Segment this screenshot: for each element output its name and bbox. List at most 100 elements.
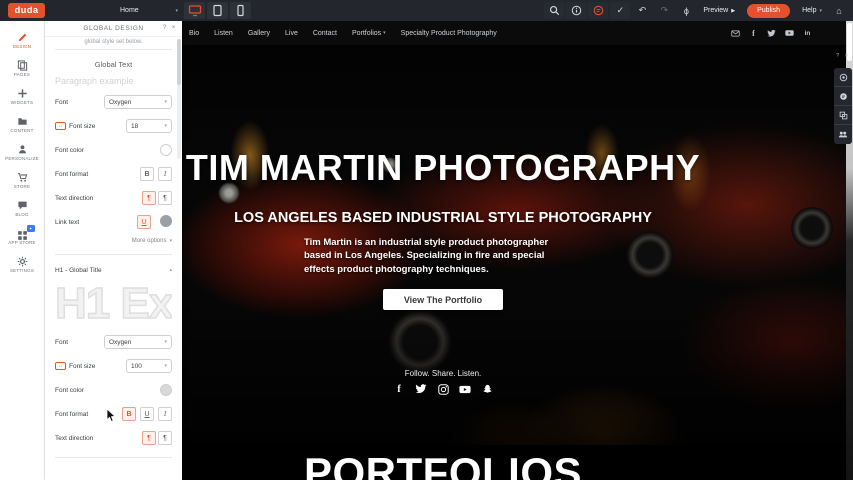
page-selector[interactable]: Home ▾ — [116, 2, 182, 19]
view-portfolio-button[interactable]: View The Portfolio — [383, 289, 503, 310]
panel-body: global style set below. Global Text Para… — [45, 37, 182, 458]
more-options[interactable]: More options ▾ — [55, 234, 172, 247]
link-color-swatch[interactable] — [160, 215, 172, 227]
preview-button[interactable]: Preview ▶ — [698, 7, 740, 14]
hero-section: TIM MARTIN PHOTOGRAPHY LOS ANGELES BASED… — [182, 45, 846, 445]
close-icon[interactable]: × — [845, 53, 850, 59]
sidebar-item-content[interactable]: CONTENT — [0, 110, 45, 138]
font-select[interactable]: Oxygen ▾ — [104, 95, 172, 109]
info-button[interactable] — [566, 2, 586, 19]
hero-paragraph[interactable]: Tim Martin is an industrial style produc… — [304, 236, 564, 276]
sidebar-item-blog[interactable]: BLOG — [0, 194, 45, 222]
close-icon[interactable]: × — [172, 24, 176, 31]
h1-font-select[interactable]: Oxygen ▾ — [104, 335, 172, 349]
feedback-button[interactable] — [834, 87, 852, 106]
sidebar-item-design[interactable]: DESIGN — [0, 26, 45, 54]
linkedin-icon[interactable]: in — [803, 29, 812, 38]
facebook-icon[interactable]: f — [749, 29, 758, 38]
dev-mode-button[interactable]: ϕ — [676, 2, 696, 19]
h1-section-header[interactable]: H1 - Global Title ▴ — [55, 262, 172, 278]
chevron-down-icon: ▾ — [383, 30, 386, 36]
h1-bold-button[interactable]: B — [122, 407, 136, 421]
publish-button[interactable]: Publish — [747, 4, 790, 18]
font-size-select[interactable]: 18 ▾ — [126, 119, 172, 133]
portfolios-section: PORTFOLIOS — [182, 445, 846, 480]
h1-ltr-button[interactable]: ¶ — [142, 431, 156, 445]
panel-scrollbar[interactable] — [177, 39, 181, 159]
h1-font-size-label: Font size — [69, 363, 95, 370]
site-nav: Bio Listen Gallery Live Contact Portfoli… — [182, 21, 846, 45]
mobile-view-button[interactable] — [230, 2, 251, 19]
screenshot-button[interactable] — [834, 68, 852, 87]
font-size-icon: ↔ — [55, 122, 66, 130]
redo-button[interactable]: ↷ — [654, 2, 674, 19]
search-button[interactable] — [544, 2, 564, 19]
h1-font-size-row: ↔Font size 100 ▾ — [55, 354, 172, 378]
font-color-label: Font color — [55, 147, 84, 154]
tablet-view-button[interactable] — [207, 2, 228, 19]
preview-mini-controls[interactable]: ? × — [836, 53, 850, 59]
hero-subtitle[interactable]: LOS ANGELES BASED INDUSTRIAL STYLE PHOTO… — [182, 210, 704, 226]
portfolios-title[interactable]: PORTFOLIOS — [182, 449, 704, 480]
h1-italic-button[interactable]: I — [158, 407, 172, 421]
email-icon[interactable] — [731, 29, 740, 38]
italic-button[interactable]: I — [158, 167, 172, 181]
youtube-icon[interactable] — [785, 29, 794, 38]
team-button[interactable] — [834, 125, 852, 144]
h1-font-size-select[interactable]: 100 ▾ — [126, 359, 172, 373]
ltr-button[interactable]: ¶ — [142, 191, 156, 205]
nav-item-contact[interactable]: Contact — [313, 30, 337, 37]
sidebar-item-personalize[interactable]: PERSONALIZE — [0, 138, 45, 166]
h1-rtl-button[interactable]: ¶ — [158, 431, 172, 445]
sidebar-item-widgets[interactable]: WIDGETS — [0, 82, 45, 110]
text-direction-label: Text direction — [55, 195, 93, 202]
h1-underline-button[interactable]: U — [140, 407, 154, 421]
undo-button[interactable]: ↶ — [632, 2, 652, 19]
instagram-icon[interactable] — [437, 383, 449, 395]
h1-font-format-label: Font format — [55, 411, 88, 418]
duda-logo[interactable]: duda — [8, 3, 45, 18]
facebook-icon[interactable]: f — [393, 383, 405, 395]
link-underline-button[interactable]: U — [137, 215, 151, 229]
nav-item-bio[interactable]: Bio — [189, 30, 199, 37]
sidebar-item-store[interactable]: STORE — [0, 166, 45, 194]
bold-button[interactable]: B — [140, 167, 154, 181]
h1-font-color-label: Font color — [55, 387, 84, 394]
h1-font-color-swatch[interactable] — [160, 384, 172, 396]
nav-item-live[interactable]: Live — [285, 30, 298, 37]
chevron-down-icon: ▾ — [164, 363, 167, 369]
redo-icon: ↷ — [661, 5, 669, 16]
help-menu[interactable]: Help ▾ — [797, 7, 827, 14]
h1-text-direction-row: Text direction ¶ ¶ — [55, 426, 172, 450]
preview-label: Preview — [703, 7, 728, 14]
save-check-button[interactable]: ✓ — [610, 2, 630, 19]
h1-style-preview: H1 Exa — [55, 278, 172, 330]
font-color-swatch[interactable] — [160, 144, 172, 156]
h1-font-label: Font — [55, 339, 68, 346]
chevron-down-icon: ▾ — [164, 99, 167, 105]
twitter-icon[interactable] — [415, 383, 427, 395]
nav-item-specialty[interactable]: Specialty Product Photography — [401, 30, 497, 37]
font-color-row: Font color — [55, 138, 172, 162]
dashboard-home-button[interactable]: ⌂ — [829, 2, 849, 19]
desktop-view-button[interactable] — [184, 2, 205, 19]
rtl-button[interactable]: ¶ — [158, 191, 172, 205]
chevron-down-icon: ▾ — [164, 339, 167, 345]
youtube-icon[interactable] — [459, 383, 471, 395]
help-icon[interactable]: ? — [836, 53, 841, 59]
nav-item-listen[interactable]: Listen — [214, 30, 233, 37]
nav-item-portfolios[interactable]: Portfolios ▾ — [352, 30, 386, 37]
check-icon: ✓ — [617, 5, 625, 16]
twitter-icon[interactable] — [767, 29, 776, 38]
layers-button[interactable] — [834, 106, 852, 125]
pencil-icon — [17, 32, 28, 43]
sidebar-item-app-store[interactable]: ✦ APP STORE — [0, 222, 45, 250]
hero-title[interactable]: TIM MARTIN PHOTOGRAPHY — [182, 147, 704, 189]
info-icon — [571, 5, 582, 16]
panel-help-button[interactable]: ? — [163, 24, 167, 31]
sidebar-item-settings[interactable]: SETTINGS — [0, 250, 45, 278]
comments-button[interactable] — [588, 2, 608, 19]
snapchat-icon[interactable] — [481, 383, 493, 395]
sidebar-item-pages[interactable]: PAGES — [0, 54, 45, 82]
nav-item-gallery[interactable]: Gallery — [248, 30, 270, 37]
